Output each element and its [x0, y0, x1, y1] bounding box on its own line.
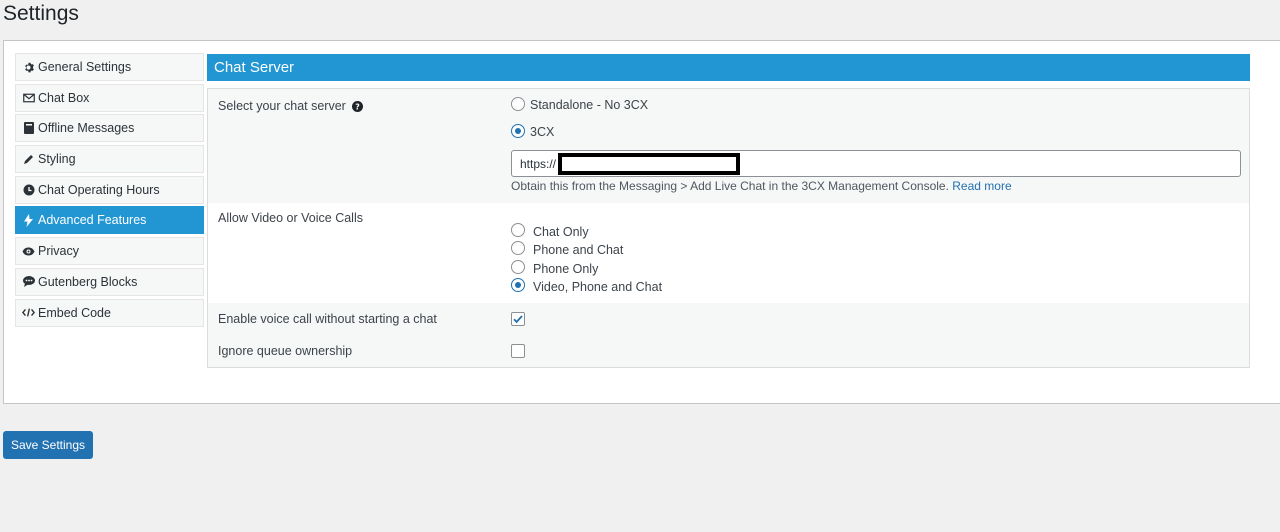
radio-phone-and-chat-label: Phone and Chat	[533, 243, 624, 257]
sidebar-item-label: Privacy	[38, 244, 79, 259]
sidebar-item-chat-operating-hours[interactable]: Chat Operating Hours	[15, 175, 204, 204]
radio-standalone[interactable]	[511, 97, 525, 111]
gear-icon	[22, 62, 35, 73]
radio-phone-and-chat[interactable]	[511, 241, 525, 255]
sidebar-item-gutenberg-blocks[interactable]: Gutenberg Blocks	[15, 267, 204, 296]
voice-call-row: Enable voice call without starting a cha…	[208, 303, 1249, 336]
save-settings-button[interactable]: Save Settings	[3, 431, 93, 459]
radio-chat-only[interactable]	[511, 223, 525, 237]
url-input-value: https://	[520, 156, 557, 171]
settings-content: Chat Server Select your chat server ? St…	[207, 54, 1250, 368]
radio-video-phone-chat-label: Video, Phone and Chat	[533, 280, 663, 294]
envelope-icon	[22, 93, 35, 103]
sidebar-item-chat-box[interactable]: Chat Box	[15, 83, 204, 112]
read-more-link[interactable]: Read more	[952, 179, 1011, 193]
clock-icon	[22, 184, 35, 196]
chat-server-label-text: Select your chat server	[218, 99, 346, 113]
chat-server-label: Select your chat server ?	[218, 99, 364, 115]
radio-phone-only[interactable]	[511, 260, 525, 274]
sidebar-item-label: General Settings	[38, 60, 132, 74]
calls-label: Allow Video or Voice Calls	[218, 211, 363, 225]
sidebar-item-label: Chat Box	[38, 90, 90, 105]
radio-3cx[interactable]	[511, 124, 525, 138]
radio-3cx-label: 3CX	[530, 125, 555, 139]
sidebar-item-label: Chat Operating Hours	[38, 182, 160, 197]
queue-label: Ignore queue ownership	[218, 344, 353, 358]
page-title: Settings	[3, 2, 79, 25]
voice-call-checkbox[interactable]	[511, 312, 525, 326]
sidebar-item-privacy[interactable]: Privacy	[15, 237, 204, 266]
chat-server-url-input[interactable]: https://	[511, 150, 1241, 177]
settings-panel: Select your chat server ? Standalone - N…	[207, 88, 1250, 368]
sidebar-item-label: Styling	[38, 152, 76, 167]
settings-sidebar: General Settings Chat Box Offline Messag…	[15, 53, 204, 329]
sidebar-item-label: Advanced Features	[38, 213, 147, 228]
help-question-icon[interactable]: ?	[352, 101, 364, 115]
sidebar-item-embed-code[interactable]: Embed Code	[15, 298, 204, 327]
svg-text:?: ?	[356, 102, 361, 111]
section-title: Chat Server	[207, 54, 1250, 81]
sidebar-item-offline-messages[interactable]: Offline Messages	[15, 114, 204, 143]
sidebar-item-label: Offline Messages	[38, 121, 135, 136]
help-text: Obtain this from the Messaging > Add Liv…	[511, 179, 949, 193]
chat-server-row: Select your chat server ? Standalone - N…	[208, 89, 1249, 203]
calls-row: Allow Video or Voice Calls Chat Only Pho…	[208, 203, 1249, 303]
redacted-block	[558, 152, 741, 175]
queue-row: Ignore queue ownership	[208, 336, 1249, 369]
voice-call-label: Enable voice call without starting a cha…	[218, 312, 437, 326]
chat-server-help-text: Obtain this from the Messaging > Add Liv…	[511, 179, 1012, 193]
sidebar-item-styling[interactable]: Styling	[15, 145, 204, 174]
eye-icon	[22, 247, 35, 256]
radio-phone-only-label: Phone Only	[533, 262, 599, 276]
bolt-icon	[22, 213, 35, 227]
radio-chat-only-label: Chat Only	[533, 225, 589, 239]
check-icon	[513, 315, 523, 324]
comment-icon	[22, 276, 35, 288]
book-icon	[22, 122, 35, 135]
radio-video-phone-chat[interactable]	[511, 278, 525, 292]
code-icon	[22, 307, 35, 318]
sidebar-item-general-settings[interactable]: General Settings	[15, 53, 204, 81]
radio-standalone-label: Standalone - No 3CX	[530, 98, 649, 112]
sidebar-item-advanced-features[interactable]: Advanced Features	[15, 206, 204, 235]
sidebar-item-label: Gutenberg Blocks	[38, 274, 138, 289]
sidebar-item-label: Embed Code	[38, 305, 111, 320]
pencil-icon	[22, 153, 35, 165]
queue-checkbox[interactable]	[511, 344, 525, 358]
